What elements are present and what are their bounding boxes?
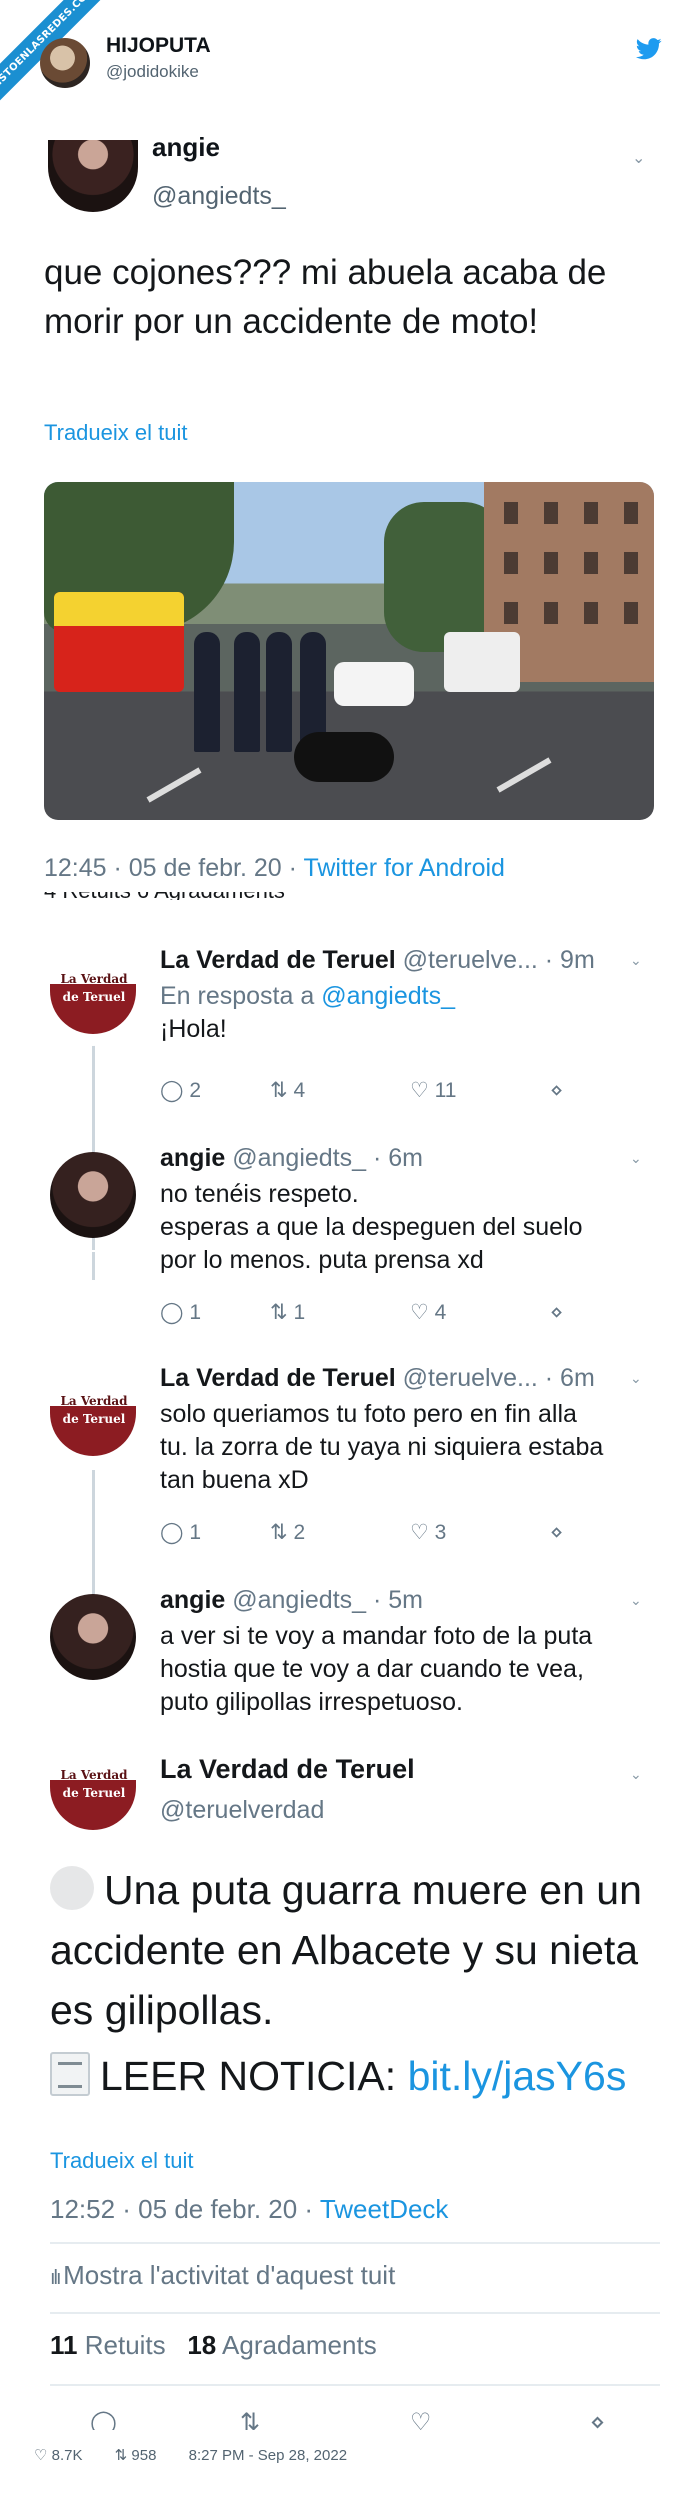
author-handle[interactable]: @teruelverdad [160, 1796, 324, 1825]
tweet-text: Una puta guarra muere en un accidente en… [50, 1866, 642, 2033]
translate-link[interactable]: Tradueix el tuit [44, 420, 187, 446]
news-link-line: LEER NOTICIA: bit.ly/jasY6s [50, 2052, 626, 2100]
engagement-stats: 11 Retuits 18 Agradaments [50, 2330, 377, 2360]
reply-icon[interactable]: ◯ 1 [160, 1300, 201, 1325]
reply-author[interactable]: La Verdad de Teruel @teruelve... · 6m [160, 1364, 595, 1393]
retweets-link[interactable]: Retuits [85, 2330, 166, 2360]
tweet-screenshot: angie @angiedts_ ⌄ que cojones??? mi abu… [10, 132, 690, 2430]
reply-tweet[interactable]: angie @angiedts_ · 5m ⌄ a ver si te voy … [10, 1584, 690, 1724]
heart-icon[interactable]: ♡ 11 [410, 1078, 456, 1103]
author-name[interactable]: angie [152, 132, 220, 163]
embed-footer: ♡ 8.7K ⇅ 958 8:27 PM - Sep 28, 2022 [34, 2446, 361, 2464]
reply-actions: ◯ 2 ⇅ 4 ♡ 11 ⋄ [160, 1078, 580, 1108]
tweet-timestamp: 12:52 · 05 de febr. 20 · TweetDeck [50, 2194, 449, 2224]
author-handle[interactable]: @angiedts_ [152, 182, 286, 211]
photo-police-car [334, 662, 414, 706]
likes-link[interactable]: Agradaments [222, 2330, 377, 2360]
avatar[interactable] [48, 140, 138, 212]
bar-chart-icon: ılı [50, 2267, 64, 2289]
embed-author-name[interactable]: HIJOPUTA [106, 34, 211, 58]
heart-icon[interactable]: ♡ 8.7K [34, 2447, 96, 2464]
tweet-photo[interactable] [44, 482, 654, 820]
avatar[interactable] [50, 1594, 136, 1680]
heart-icon[interactable]: ♡ [410, 2408, 432, 2430]
share-icon[interactable]: ⋄ [550, 1520, 563, 1545]
divider [50, 2384, 660, 2386]
client-link[interactable]: TweetDeck [320, 2194, 449, 2224]
activity-link[interactable]: ılı Mostra l'activitat d'aquest tuit [50, 2260, 395, 2291]
tweet-embed: VISTOENLASREDES.COM HIJOPUTA @jodidokike… [0, 0, 700, 2494]
retweet-icon[interactable]: ⇅ 4 [270, 1078, 305, 1103]
translate-link[interactable]: Tradueix el tuit [50, 2148, 193, 2174]
reply-tweet[interactable]: La Verdad de Teruel La Verdad de Teruel … [10, 1362, 690, 1582]
reply-text: En resposta a @angiedts_ ¡Hola! [160, 982, 456, 1043]
photo-road-marking [496, 757, 552, 793]
avatar[interactable]: La Verdad de Teruel [50, 1382, 136, 1468]
reply-actions: ◯ 1 ⇅ 1 ♡ 4 ⋄ [160, 1300, 580, 1330]
retweet-icon[interactable]: ⇅ 1 [270, 1300, 305, 1325]
partial-stats: 4 Retuits 6 Agradaments [44, 892, 344, 900]
twitter-bird-icon[interactable] [636, 38, 662, 60]
reply-author[interactable]: angie @angiedts_ · 5m [160, 1586, 423, 1615]
photo-officer [266, 632, 292, 752]
avatar[interactable] [50, 1152, 136, 1238]
reply-actions: ◯ 1 ⇅ 2 ♡ 3 ⋄ [160, 1520, 580, 1550]
retweet-icon[interactable]: ⇅ 2 [270, 1520, 305, 1545]
reply-text: no tenéis respeto. esperas a que la desp… [160, 1180, 583, 1274]
embed-datetime[interactable]: 8:27 PM - Sep 28, 2022 [189, 2447, 347, 2464]
chevron-down-icon[interactable]: ⌄ [630, 1150, 642, 1167]
reply-text: a ver si te voy a mandar foto de la puta… [160, 1622, 593, 1716]
photo-ambulance [54, 592, 184, 692]
retweet-icon[interactable]: ⇅ [240, 2408, 260, 2430]
share-icon[interactable]: ⋄ [550, 1078, 563, 1103]
tweet-actions: ◯ ⇅ ♡ ⋄ [90, 2406, 650, 2430]
chevron-down-icon[interactable]: ⌄ [630, 1370, 642, 1387]
share-icon[interactable]: ⋄ [550, 1300, 563, 1325]
avatar[interactable] [40, 38, 90, 88]
chevron-down-icon[interactable]: ⌄ [632, 148, 645, 168]
avatar[interactable]: La Verdad de Teruel [50, 1756, 136, 1842]
photo-officer [234, 632, 260, 752]
share-icon[interactable]: ⋄ [590, 2408, 605, 2430]
reply-icon[interactable]: ◯ 2 [160, 1078, 201, 1103]
reply-author[interactable]: angie @angiedts_ · 6m [160, 1144, 423, 1173]
tweet-timestamp: 12:45 · 05 de febr. 20 · Twitter for And… [44, 854, 505, 882]
news-link[interactable]: bit.ly/jasY6s [408, 2053, 627, 2099]
chevron-down-icon[interactable]: ⌄ [630, 1766, 642, 1783]
photo-road-marking [146, 767, 202, 803]
author-name[interactable]: La Verdad de Teruel [160, 1754, 415, 1785]
embed-author-handle[interactable]: @jodidokike [106, 62, 199, 82]
client-link[interactable]: Twitter for Android [303, 854, 504, 882]
photo-officer [194, 632, 220, 752]
embed-header: HIJOPUTA @jodidokike [0, 0, 700, 100]
heart-icon[interactable]: ♡ 3 [410, 1520, 446, 1545]
photo-motorcycle [294, 732, 394, 782]
avatar[interactable]: La Verdad de Teruel [50, 960, 136, 1046]
divider [50, 2242, 660, 2244]
newspaper-icon [50, 2052, 90, 2096]
reply-tweet[interactable]: angie @angiedts_ · 6m ⌄ no tenéis respet… [10, 1142, 690, 1362]
photo-van [444, 632, 520, 692]
divider [50, 2312, 660, 2314]
white-circle-icon [50, 1866, 94, 1910]
reply-tweet[interactable]: La Verdad de Teruel La Verdad de Teruel … [10, 940, 690, 1140]
chevron-down-icon[interactable]: ⌄ [630, 1592, 642, 1609]
chevron-down-icon[interactable]: ⌄ [630, 952, 642, 969]
reply-text: solo queriamos tu foto pero en fin alla … [160, 1400, 604, 1494]
reply-icon[interactable]: ◯ [90, 2408, 117, 2430]
retweet-icon[interactable]: ⇅ 958 [115, 2447, 171, 2464]
heart-icon[interactable]: ♡ 4 [410, 1300, 446, 1325]
mention-link[interactable]: @angiedts_ [321, 982, 455, 1010]
tweet-text: que cojones??? mi abuela acaba de morir … [44, 253, 607, 341]
reply-icon[interactable]: ◯ 1 [160, 1520, 201, 1545]
reply-author[interactable]: La Verdad de Teruel @teruelve... · 9m [160, 946, 595, 975]
